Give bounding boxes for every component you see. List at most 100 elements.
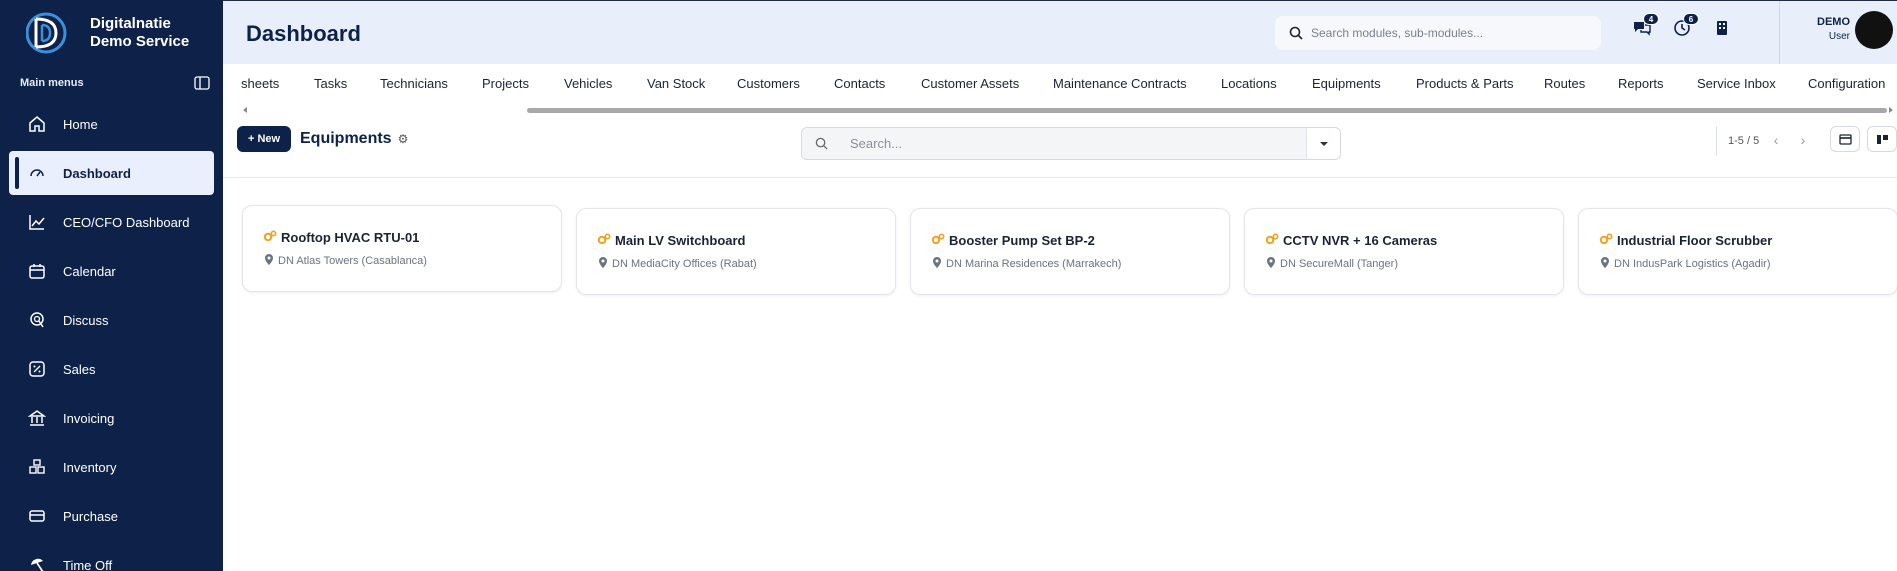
sidebar-item-sales[interactable]: Sales — [9, 347, 214, 391]
menu-header-label: Main menus — [20, 77, 84, 89]
equipment-card[interactable]: Industrial Floor Scrubber DN IndusPark L… — [1578, 208, 1897, 295]
chat-button[interactable]: 4 — [1631, 13, 1659, 39]
sidebar-item-label: Calendar — [63, 263, 116, 279]
equipment-card[interactable]: Main LV Switchboard DN MediaCity Offices… — [576, 208, 896, 295]
company-button[interactable] — [1711, 17, 1733, 39]
scroll-right-arrow-icon[interactable] — [1889, 107, 1893, 113]
card-title: Industrial Floor Scrubber — [1599, 233, 1772, 248]
bank-icon — [27, 408, 47, 428]
tab-van-stock[interactable]: Van Stock — [647, 76, 705, 91]
equipment-card[interactable]: Rooftop HVAC RTU-01 DN Atlas Towers (Cas… — [242, 205, 562, 292]
equipment-card[interactable]: Booster Pump Set BP-2 DN Marina Residenc… — [910, 208, 1230, 295]
card-title: Main LV Switchboard — [597, 233, 746, 248]
sidebar-item-label: Home — [63, 116, 98, 132]
cogs-icon — [597, 233, 611, 248]
tab-service-inbox[interactable]: Service Inbox — [1697, 76, 1776, 91]
search-options-button[interactable] — [1306, 128, 1340, 159]
kanban-view-button[interactable] — [1867, 126, 1897, 152]
equipment-card[interactable]: CCTV NVR + 16 Cameras DN SecureMall (Tan… — [1244, 208, 1564, 295]
sidebar-item-label: Invoicing — [63, 410, 115, 426]
home-icon — [27, 114, 47, 134]
tab-sheets[interactable]: sheets — [241, 76, 279, 91]
map-pin-icon — [265, 254, 273, 268]
gauge-icon — [27, 163, 47, 183]
top-header: Dashboard 4 6 DEMO User — [223, 0, 1897, 65]
tab-maintenance-contracts[interactable]: Maintenance Contracts — [1053, 76, 1187, 91]
tab-products-parts[interactable]: Products & Parts — [1416, 76, 1514, 91]
cogs-icon — [263, 230, 277, 245]
pager-next-button[interactable]: › — [1795, 131, 1811, 149]
map-pin-icon — [599, 257, 607, 271]
tab-tasks[interactable]: Tasks — [314, 76, 347, 91]
tab-routes[interactable]: Routes — [1544, 76, 1585, 91]
card-location-text: DN Marina Residences (Marrakech) — [946, 258, 1122, 270]
sidebar-item-discuss[interactable]: Discuss — [9, 298, 214, 342]
card-title: CCTV NVR + 16 Cameras — [1265, 233, 1437, 248]
view-title-text: Equipments — [300, 130, 392, 147]
sidebar-item-home[interactable]: Home — [9, 102, 214, 146]
list-search[interactable] — [801, 127, 1341, 160]
line-chart-icon — [27, 212, 47, 232]
sidebar-item-label: Inventory — [63, 459, 117, 475]
card-title: Booster Pump Set BP-2 — [931, 233, 1095, 248]
view-title: Equipments ⚙ — [300, 130, 408, 148]
percent-icon — [27, 359, 47, 379]
tab-technicians[interactable]: Technicians — [380, 76, 448, 91]
sidebar-item-time-off[interactable]: Time Off — [9, 543, 214, 571]
card-icon — [27, 506, 47, 526]
card-location-text: DN IndusPark Logistics (Agadir) — [1614, 258, 1771, 270]
activity-button[interactable]: 6 — [1671, 13, 1699, 39]
pager-value[interactable]: 1-5 / 5 — [1728, 135, 1759, 147]
sidebar-item-label: Discuss — [63, 312, 109, 328]
chat-icon — [27, 310, 47, 330]
cogs-icon — [1265, 233, 1279, 248]
global-search-input[interactable] — [1311, 26, 1581, 40]
sidebar-item-ceo-cfo-dashboard[interactable]: CEO/CFO Dashboard — [9, 200, 214, 244]
tab-locations[interactable]: Locations — [1221, 76, 1277, 91]
card-location: DN SecureMall (Tanger) — [1267, 257, 1398, 271]
card-location-text: DN Atlas Towers (Casablanca) — [278, 255, 427, 267]
sidebar-item-calendar[interactable]: Calendar — [9, 249, 214, 293]
card-location: DN MediaCity Offices (Rabat) — [599, 257, 757, 271]
sidebar-item-purchase[interactable]: Purchase — [9, 494, 214, 538]
cogs-icon — [1599, 233, 1613, 248]
building-icon — [1717, 21, 1727, 35]
tab-customers[interactable]: Customers — [737, 76, 800, 91]
list-view-button[interactable] — [1830, 126, 1860, 152]
card-title: Rooftop HVAC RTU-01 — [263, 230, 419, 245]
pager-prev-button[interactable]: ‹ — [1768, 131, 1784, 149]
gear-icon[interactable]: ⚙ — [398, 132, 409, 146]
new-button[interactable]: + New — [237, 126, 292, 152]
card-location-text: DN SecureMall (Tanger) — [1280, 258, 1398, 270]
tabs-scrollbar[interactable] — [243, 107, 1893, 113]
sidebar-item-label: Dashboard — [63, 165, 131, 181]
list-search-input[interactable] — [840, 128, 1306, 159]
sidebar-item-label: Sales — [63, 361, 96, 377]
scroll-thumb[interactable] — [527, 108, 1887, 113]
umbrella-icon — [27, 555, 47, 571]
tab-configuration[interactable]: Configuration — [1808, 76, 1885, 91]
tab-reports[interactable]: Reports — [1618, 76, 1664, 91]
brand[interactable]: Digitalnatie Demo Service — [26, 10, 189, 56]
tab-contacts[interactable]: Contacts — [834, 76, 885, 91]
tab-equipments[interactable]: Equipments — [1312, 76, 1381, 91]
sidebar-item-invoicing[interactable]: Invoicing — [9, 396, 214, 440]
tab-vehicles[interactable]: Vehicles — [564, 76, 612, 91]
sidebar-item-inventory[interactable]: Inventory — [9, 445, 214, 489]
card-location-text: DN MediaCity Offices (Rabat) — [612, 258, 757, 270]
boxes-icon — [27, 457, 47, 477]
card-title-text: Booster Pump Set BP-2 — [949, 233, 1095, 248]
sidebar-item-dashboard[interactable]: Dashboard — [9, 151, 214, 195]
chat-badge: 4 — [1643, 13, 1659, 25]
card-title-text: Main LV Switchboard — [615, 233, 746, 248]
user-menu[interactable]: DEMO User — [1798, 16, 1850, 42]
sidebar-collapse-icon[interactable] — [194, 76, 210, 90]
tab-customer-assets[interactable]: Customer Assets — [921, 76, 1019, 91]
scroll-left-arrow-icon[interactable] — [243, 107, 247, 113]
pager-divider — [1716, 126, 1717, 156]
card-location: DN Marina Residences (Marrakech) — [933, 257, 1121, 271]
avatar[interactable] — [1855, 11, 1893, 49]
global-search[interactable] — [1275, 16, 1601, 50]
map-pin-icon — [933, 257, 941, 271]
tab-projects[interactable]: Projects — [482, 76, 529, 91]
